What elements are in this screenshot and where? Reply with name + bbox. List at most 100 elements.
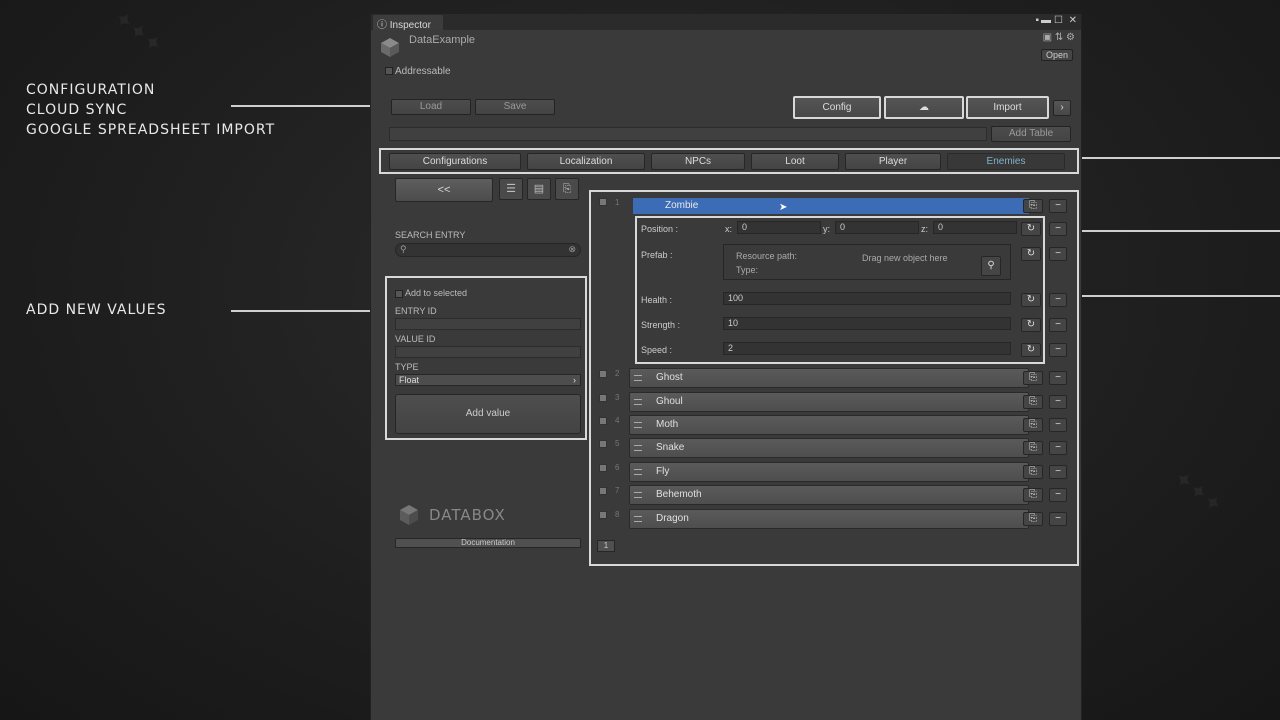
reset-strength-icon[interactable]: ↻ bbox=[1021, 318, 1041, 332]
drag-handle-icon[interactable] bbox=[634, 422, 642, 428]
tab-loot[interactable]: Loot bbox=[751, 153, 839, 170]
book-icon[interactable]: ▣ bbox=[1043, 32, 1052, 43]
import-button[interactable]: Import bbox=[966, 96, 1049, 119]
tab-enemies[interactable]: Enemies bbox=[947, 153, 1065, 170]
drag-handle-icon[interactable] bbox=[634, 516, 642, 522]
entry-id-label: ENTRY ID bbox=[395, 306, 437, 316]
entry-copy-button[interactable]: ⎘ bbox=[1023, 488, 1043, 502]
document-icon[interactable]: ▤ bbox=[527, 178, 551, 200]
add-to-selected-toggle[interactable]: Add to selected bbox=[395, 288, 467, 298]
add-table-button[interactable]: Add Table bbox=[991, 126, 1071, 142]
entry-copy-button[interactable]: ⎘ bbox=[1023, 512, 1043, 526]
entry-copy-button[interactable]: ⎘ bbox=[1023, 418, 1043, 432]
tab-player[interactable]: Player bbox=[845, 153, 941, 170]
save-button[interactable]: Save bbox=[475, 99, 555, 115]
entry-row[interactable]: Moth bbox=[629, 415, 1029, 435]
position-y-input[interactable]: 0 bbox=[835, 221, 919, 234]
value-id-input[interactable] bbox=[395, 346, 581, 358]
drag-handle-icon[interactable] bbox=[634, 399, 642, 405]
tab-npcs[interactable]: NPCs bbox=[651, 153, 745, 170]
drag-handle-icon[interactable] bbox=[634, 469, 642, 475]
entry-index: 4 bbox=[615, 416, 620, 425]
sliders-icon[interactable]: ⇅ bbox=[1055, 32, 1063, 43]
entry-row[interactable]: Fly bbox=[629, 462, 1029, 482]
health-input[interactable]: 100 bbox=[723, 292, 1011, 305]
entry-checkbox[interactable] bbox=[599, 370, 607, 378]
tab-configurations[interactable]: Configurations bbox=[389, 153, 521, 170]
entry-row[interactable]: Ghoul bbox=[629, 392, 1029, 412]
gear-icon[interactable]: ⚙ bbox=[1066, 32, 1075, 43]
addressable-label: Addressable bbox=[395, 66, 451, 77]
tab-inspector[interactable]: ⓘ Inspector bbox=[373, 15, 443, 31]
entry-checkbox[interactable] bbox=[599, 464, 607, 472]
strength-input[interactable]: 10 bbox=[723, 317, 1011, 330]
entry-remove-button[interactable]: − bbox=[1049, 488, 1067, 502]
entry-copy-button[interactable]: ⎘ bbox=[1023, 465, 1043, 479]
collapse-button[interactable]: << bbox=[395, 178, 493, 202]
entry-checkbox[interactable] bbox=[599, 198, 607, 206]
speed-input[interactable]: 2 bbox=[723, 342, 1011, 355]
add-value-button[interactable]: Add value bbox=[395, 394, 581, 434]
entry-remove-button[interactable]: − bbox=[1049, 199, 1067, 213]
entry-remove-button[interactable]: − bbox=[1049, 441, 1067, 455]
entry-remove-button[interactable]: − bbox=[1049, 465, 1067, 479]
remove-prefab-button[interactable]: − bbox=[1049, 247, 1067, 261]
drag-handle-icon[interactable] bbox=[634, 492, 642, 498]
open-button[interactable]: Open bbox=[1040, 49, 1073, 61]
entry-remove-button[interactable]: − bbox=[1049, 395, 1067, 409]
remove-health-button[interactable]: − bbox=[1049, 293, 1067, 307]
remove-speed-button[interactable]: − bbox=[1049, 343, 1067, 357]
entry-row[interactable]: Snake bbox=[629, 438, 1029, 458]
maximize-icon[interactable]: ☐ bbox=[1054, 15, 1063, 26]
entry-remove-button[interactable]: − bbox=[1049, 371, 1067, 385]
entry-row-selected[interactable]: Zombie ➤ bbox=[633, 198, 1029, 214]
entry-remove-button[interactable]: − bbox=[1049, 418, 1067, 432]
entry-checkbox[interactable] bbox=[599, 417, 607, 425]
addressable-toggle[interactable]: Addressable bbox=[385, 66, 451, 77]
entry-checkbox[interactable] bbox=[599, 440, 607, 448]
reset-prefab-icon[interactable]: ↻ bbox=[1021, 247, 1041, 261]
entry-copy-button[interactable]: ⎘ bbox=[1023, 395, 1043, 409]
entry-row[interactable]: Ghost bbox=[629, 368, 1029, 388]
type-select[interactable]: Float › bbox=[395, 374, 581, 386]
window-menu-icon[interactable]: ▪ bbox=[1035, 15, 1039, 26]
minimize-icon[interactable]: ▬ bbox=[1041, 15, 1051, 26]
entry-checkbox[interactable] bbox=[599, 394, 607, 402]
prefab-field[interactable]: Resource path: Type: Drag new object her… bbox=[723, 244, 1011, 280]
table-name-input[interactable] bbox=[389, 127, 987, 141]
reset-speed-icon[interactable]: ↻ bbox=[1021, 343, 1041, 357]
entry-copy-button[interactable]: ⎘ bbox=[1023, 199, 1043, 213]
list-view-icon[interactable]: ☰ bbox=[499, 178, 523, 200]
reset-health-icon[interactable]: ↻ bbox=[1021, 293, 1041, 307]
annotation-line-tabs bbox=[1081, 157, 1280, 159]
remove-position-button[interactable]: − bbox=[1049, 222, 1067, 236]
entry-checkbox[interactable] bbox=[599, 487, 607, 495]
copy-entry-icon[interactable]: ⎘ bbox=[555, 178, 579, 200]
entry-checkbox[interactable] bbox=[599, 511, 607, 519]
cloud-sync-button[interactable]: ☁ bbox=[884, 96, 964, 119]
reset-position-icon[interactable]: ↻ bbox=[1021, 222, 1041, 236]
entry-copy-button[interactable]: ⎘ bbox=[1023, 441, 1043, 455]
load-button[interactable]: Load bbox=[391, 99, 471, 115]
tab-localization[interactable]: Localization bbox=[527, 153, 645, 170]
close-icon[interactable]: ✕ bbox=[1069, 15, 1077, 26]
documentation-button[interactable]: Documentation bbox=[395, 538, 581, 548]
drag-handle-icon[interactable] bbox=[634, 445, 642, 451]
position-x-input[interactable]: 0 bbox=[737, 221, 821, 234]
entry-id-input[interactable] bbox=[395, 318, 581, 330]
entry-row[interactable]: Dragon bbox=[629, 509, 1029, 529]
add-to-selected-checkbox[interactable] bbox=[395, 289, 403, 298]
remove-strength-button[interactable]: − bbox=[1049, 318, 1067, 332]
search-input[interactable]: ⚲ ⊗ bbox=[395, 243, 581, 257]
page-number-button[interactable]: 1 bbox=[597, 540, 615, 552]
entry-row[interactable]: Behemoth bbox=[629, 485, 1029, 505]
clear-search-icon[interactable]: ⊗ bbox=[568, 244, 576, 255]
prefab-search-icon[interactable]: ⚲ bbox=[981, 256, 1001, 276]
addressable-checkbox[interactable] bbox=[385, 67, 393, 76]
position-z-input[interactable]: 0 bbox=[933, 221, 1017, 234]
drag-handle-icon[interactable] bbox=[634, 375, 642, 381]
toolbar-options-button[interactable]: › bbox=[1053, 100, 1071, 116]
entry-copy-button[interactable]: ⎘ bbox=[1023, 371, 1043, 385]
entry-remove-button[interactable]: − bbox=[1049, 512, 1067, 526]
config-button[interactable]: Config bbox=[793, 96, 881, 119]
